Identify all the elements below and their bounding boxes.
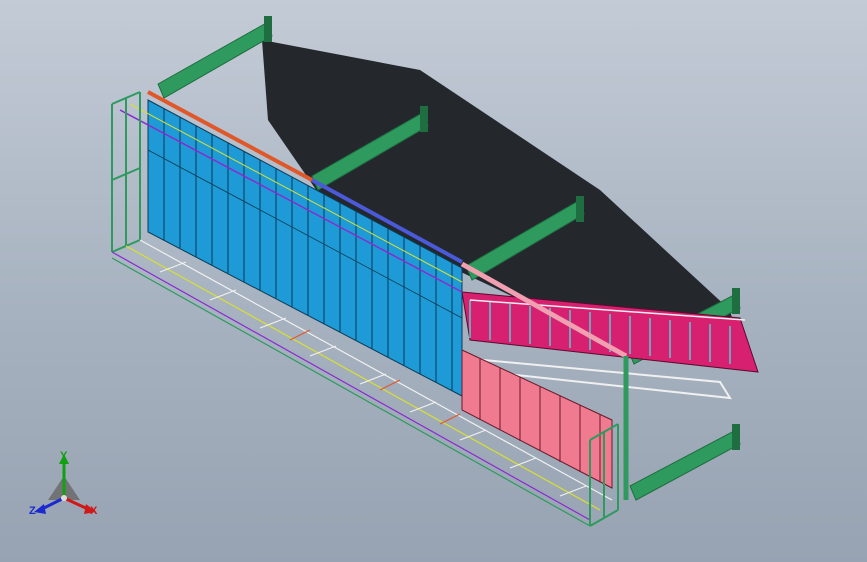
beam-2-endplate — [420, 106, 428, 132]
beam-3-endplate — [576, 196, 584, 222]
beam-1 — [157, 21, 273, 99]
model-scene[interactable] — [0, 0, 867, 562]
y-axis-label: Y — [60, 450, 68, 462]
beam-5-endplate — [732, 424, 740, 450]
z-axis-label: Z — [29, 505, 36, 517]
beam-4-endplate — [732, 288, 740, 314]
beam-1-endplate — [264, 16, 272, 42]
axis-triad — [34, 454, 96, 514]
x-axis-label: X — [90, 505, 98, 517]
left-end-frame[interactable] — [111, 91, 141, 253]
cad-viewport[interactable]: Y X Z — [0, 0, 867, 562]
beam-5 — [629, 429, 741, 501]
triad-origin — [61, 495, 67, 501]
